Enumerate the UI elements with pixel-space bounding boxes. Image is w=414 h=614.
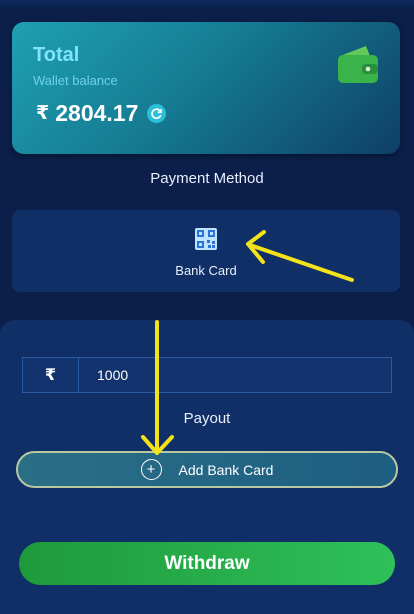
bank-card-label: Bank Card [175,263,237,278]
wallet-subtitle: Wallet balance [33,73,118,88]
refresh-icon[interactable] [147,104,167,123]
payout-label: Payout [183,410,231,427]
amount-field[interactable]: ₹ 1000 [22,357,392,393]
add-bank-card-label: Add Bank Card [178,461,274,478]
wallet-icon [338,46,378,83]
plus-circle-icon: + [140,459,162,480]
rupee-symbol: ₹ [36,103,50,124]
qr-code-icon [195,228,217,250]
wallet-title: Total [33,44,80,66]
amount-input[interactable]: 1000 [79,358,391,392]
amount-currency: ₹ [23,358,79,392]
balance-amount: 2804.17 [55,100,139,126]
top-strip [0,0,414,10]
withdraw-button[interactable]: Withdraw [19,542,395,585]
add-bank-card-button[interactable]: + Add Bank Card [16,451,398,488]
payment-method-label: Payment Method [150,170,264,187]
payment-method-bank-card[interactable]: Bank Card [12,210,400,292]
balance-row: ₹ 2804.17 [36,100,167,127]
wallet-card: Total Wallet balance ₹ 2804.17 [12,22,400,154]
